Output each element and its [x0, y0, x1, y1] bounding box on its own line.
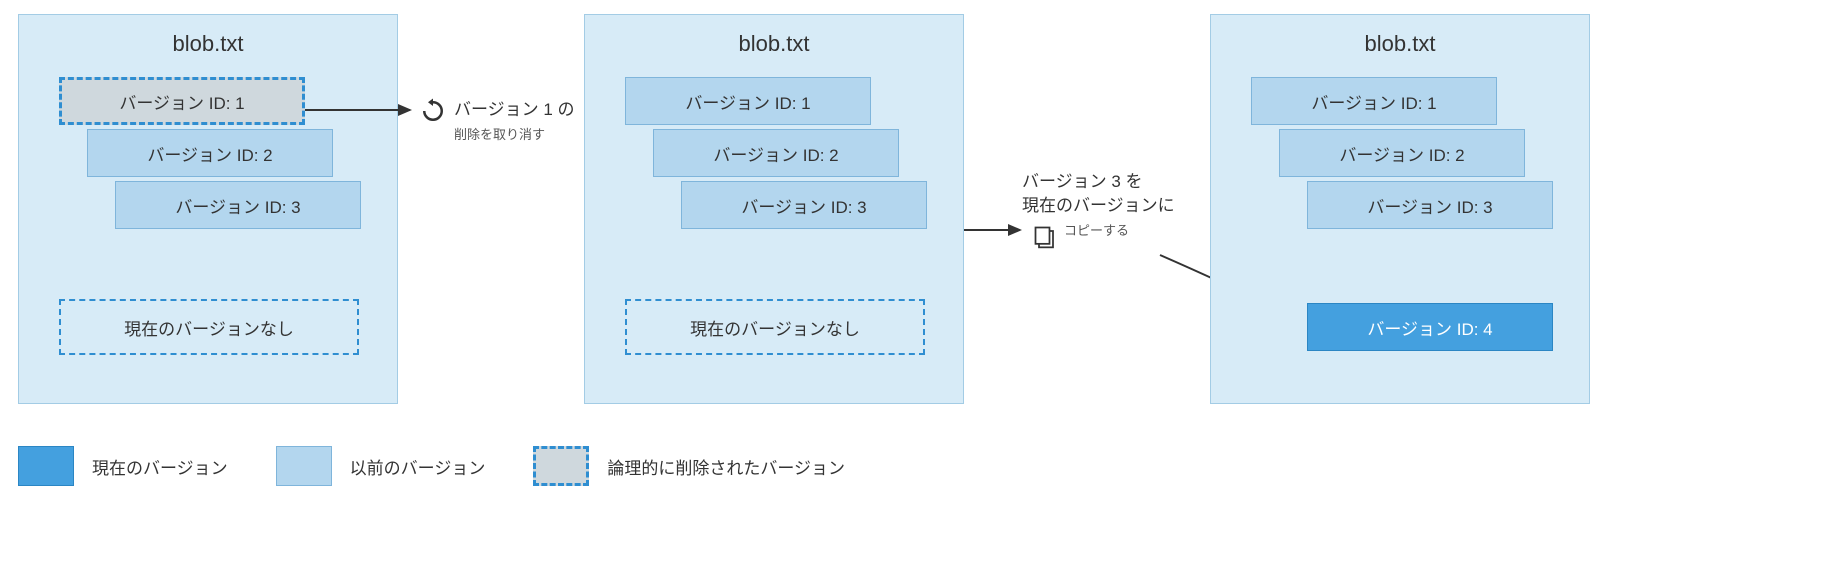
panel-title: blob.txt [585, 15, 963, 77]
copy-sub: コピーする [1064, 223, 1129, 238]
version-box-prev: バージョン ID: 2 [1279, 129, 1525, 177]
panel-title: blob.txt [19, 15, 397, 77]
version-box-prev: バージョン ID: 1 [1251, 77, 1497, 125]
legend-label-current: 現在のバージョン [92, 454, 228, 479]
blob-panel-3: blob.txt バージョン ID: 1 バージョン ID: 2 バージョン I… [1210, 14, 1590, 404]
version-box-prev: バージョン ID: 3 [681, 181, 927, 229]
legend-label-previous: 以前のバージョン [350, 454, 486, 479]
no-current-version: 現在のバージョンなし [625, 299, 925, 355]
legend-swatch-previous [276, 446, 332, 486]
copy-main2: 現在のバージョンに [1022, 196, 1175, 215]
legend: 現在のバージョン 以前のバージョン 論理的に削除されたバージョン [18, 446, 875, 486]
blob-panel-1: blob.txt バージョン ID: 1 バージョン ID: 2 バージョン I… [18, 14, 398, 404]
panel-title: blob.txt [1211, 15, 1589, 77]
legend-swatch-deleted [533, 446, 589, 486]
version-box-prev: バージョン ID: 3 [115, 181, 361, 229]
undo-icon [418, 96, 448, 131]
copy-main1: バージョン 3 を [1022, 172, 1143, 191]
no-current-version: 現在のバージョンなし [59, 299, 359, 355]
undelete-main: バージョン 1 の [454, 100, 575, 119]
diagram-canvas: blob.txt バージョン ID: 1 バージョン ID: 2 バージョン I… [10, 10, 1842, 576]
version-box-prev: バージョン ID: 1 [625, 77, 871, 125]
version-box-prev: バージョン ID: 2 [87, 129, 333, 177]
version-box-current: バージョン ID: 4 [1307, 303, 1553, 351]
legend-label-deleted: 論理的に削除されたバージョン [607, 454, 845, 479]
version-box-prev: バージョン ID: 3 [1307, 181, 1553, 229]
version-box-prev: バージョン ID: 2 [653, 129, 899, 177]
blob-panel-2: blob.txt バージョン ID: 1 バージョン ID: 2 バージョン I… [584, 14, 964, 404]
legend-swatch-current [18, 446, 74, 486]
undelete-label: バージョン 1 の 削除を取り消す [454, 98, 575, 146]
copy-label: バージョン 3 を 現在のバージョンに コピーする [1022, 170, 1175, 241]
version-box-deleted: バージョン ID: 1 [59, 77, 305, 125]
undelete-sub: 削除を取り消す [454, 127, 545, 142]
